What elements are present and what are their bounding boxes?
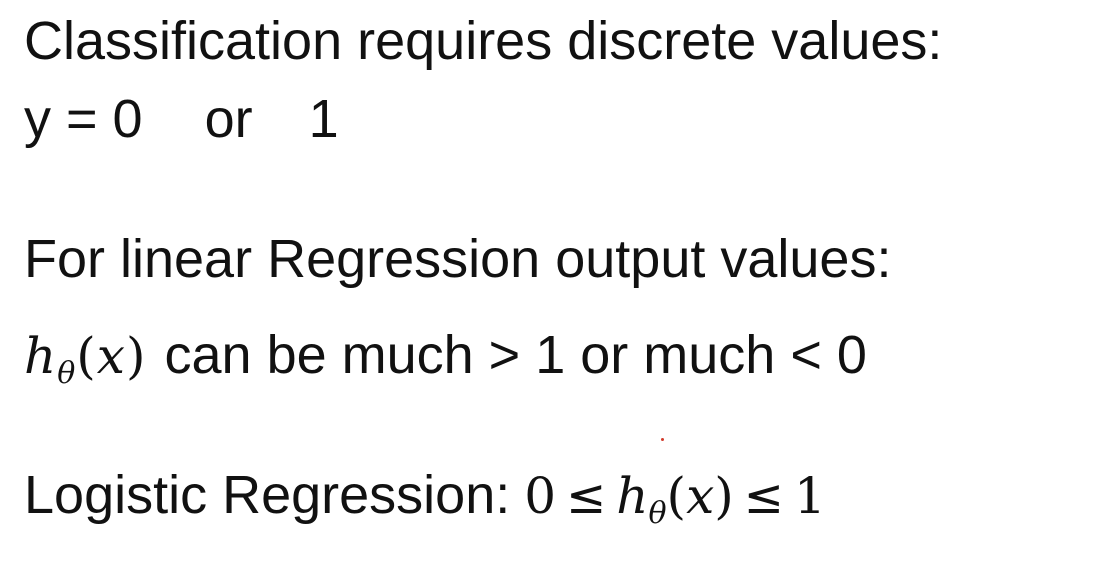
discrete-values-line: y = 0 or 1 <box>24 92 339 146</box>
h-symbol: h <box>24 327 58 385</box>
logistic-inequality: 0 ≤ hθ(x) ≤1 <box>524 467 826 529</box>
laser-pointer-dot <box>661 438 664 441</box>
logistic-regression-line: Logistic Regression: 0 ≤ hθ(x) ≤1 <box>24 465 826 529</box>
linear-regression-range-line: hθ(x) can be much > 1 or much < 0 <box>24 325 867 389</box>
close-paren-logistic: ) <box>714 467 734 525</box>
linear-regression-heading: For linear Regression output values: <box>24 229 892 289</box>
classification-statement: Classification requires discrete values: <box>24 11 943 71</box>
or-word: or <box>204 89 253 149</box>
theta-subscript-logistic: θ <box>648 496 667 531</box>
leq-symbol-right: ≤ <box>743 469 784 525</box>
y-equals-zero: y = 0 <box>24 89 143 149</box>
x-symbol-logistic: x <box>686 467 715 525</box>
close-paren: ) <box>125 327 147 385</box>
h-symbol-logistic: h <box>616 467 649 525</box>
x-symbol: x <box>96 327 126 385</box>
lecture-slide: Classification requires discrete values:… <box>0 0 1110 568</box>
logistic-regression-label: Logistic Regression: <box>24 465 511 525</box>
value-one: 1 <box>308 89 339 149</box>
open-paren-logistic: ( <box>666 467 687 525</box>
one-bound: 1 <box>794 467 826 525</box>
theta-subscript: θ <box>57 356 77 391</box>
zero-bound: 0 <box>524 467 557 525</box>
range-description: can be much > 1 or much < 0 <box>164 325 867 385</box>
hypothesis-expression: hθ(x) <box>24 327 147 389</box>
leq-symbol-left: ≤ <box>566 469 607 525</box>
open-paren: ( <box>76 327 97 385</box>
